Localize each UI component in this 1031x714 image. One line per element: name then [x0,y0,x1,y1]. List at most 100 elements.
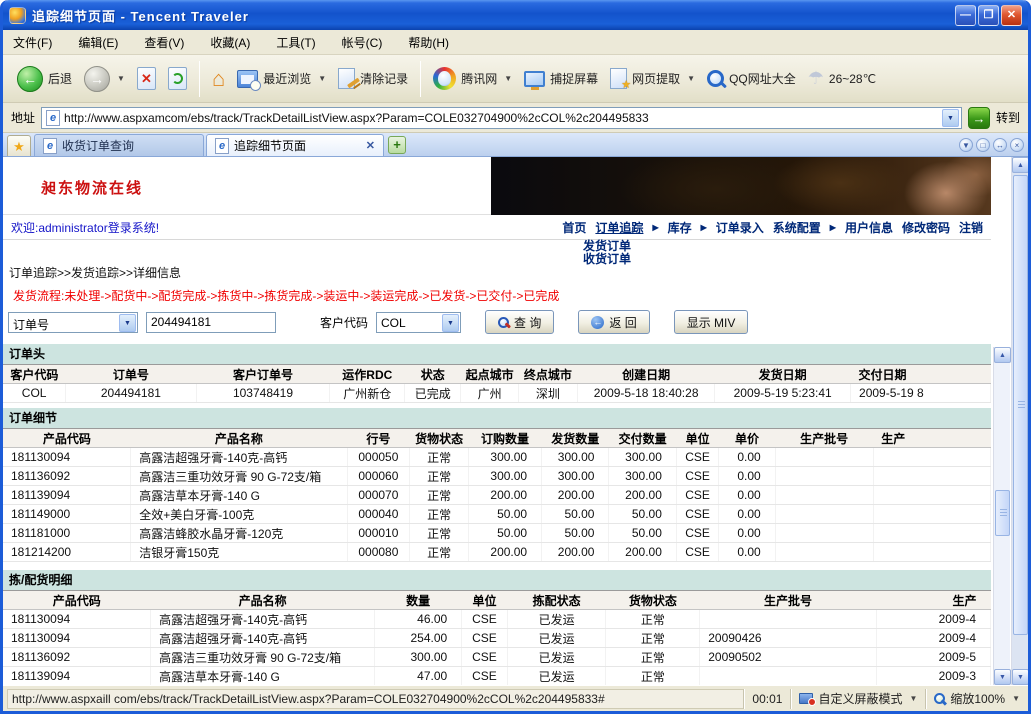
column-header: 终点城市 [518,365,577,384]
chevron-down-icon[interactable]: ▼ [909,694,917,703]
maximize-button[interactable]: ❐ [978,5,999,26]
nav-order-entry[interactable]: 订单录入 [716,219,764,236]
scroll-up-button[interactable]: ▲ [994,347,1011,363]
menu-help[interactable]: 帮助(H) [408,34,449,51]
extract-dropdown-icon[interactable]: ▼ [687,74,695,83]
address-dropdown-icon[interactable]: ▼ [942,109,959,127]
chevron-down-icon[interactable]: ▼ [1012,694,1020,703]
tab-arrange-button[interactable]: ↔ [993,138,1007,152]
table-cell: 254.00 [375,629,462,648]
address-field[interactable]: e http://www.aspxamcom/ebs/track/TrackDe… [41,107,962,129]
tab-close-all-button[interactable]: × [1010,138,1024,152]
subnav-receive-order[interactable]: 收货订单 [583,253,631,265]
nav-home[interactable]: 首页 [562,219,586,236]
table-cell: 181181000 [3,524,131,543]
subnav-ship-order[interactable]: 发货订单 [583,240,631,252]
new-tab-button[interactable]: + [388,136,406,154]
table-cell: 正常 [410,505,469,524]
nav-user-info[interactable]: 用户信息 [845,219,893,236]
column-header: 单位 [676,429,718,448]
table-cell: 0.00 [719,524,775,543]
banner-photo [491,157,991,215]
nav-order-tracking[interactable]: 订单追踪 [595,219,643,236]
capture-screen-button[interactable]: 捕捉屏幕 [518,67,604,90]
table-cell: 20090502 [700,648,877,667]
close-button[interactable]: ✕ [1001,5,1022,26]
table-cell: 300.00 [609,467,676,486]
tab-list-button[interactable]: ▼ [959,138,973,152]
scroll-down-button[interactable]: ▼ [1012,669,1028,685]
page-scrollbar[interactable]: ▲ ▼ [993,347,1010,685]
browser-scrollbar[interactable]: ▲ ▼ [1011,157,1028,685]
table-cell: 高露洁三重功效牙膏 90 G-72支/箱 [151,648,375,667]
qq-urls-button[interactable]: QQ网址大全 [701,67,802,90]
web-extract-button[interactable]: ★ 网页提取 ▼ [604,65,701,92]
show-miv-button[interactable]: 显示 MIV [674,310,749,334]
menu-view[interactable]: 查看(V) [144,34,184,51]
search-type-select[interactable]: 订单号 ▼ [8,312,138,333]
column-header: 单价 [719,429,775,448]
weather-widget[interactable]: ☂ 26~28℃ [802,65,882,92]
customer-code-select[interactable]: COL ▼ [376,312,461,333]
table-cell: 300.00 [542,448,609,467]
refresh-button[interactable] [162,64,193,93]
tencent-dropdown-icon[interactable]: ▼ [504,74,512,83]
table-cell: 200.00 [609,486,676,505]
scroll-down-button[interactable]: ▼ [994,669,1011,685]
block-mode-control[interactable]: 自定义屏蔽模式 ▼ [790,689,925,709]
status-url: http://www.aspxaill com/ebs/track/TrackD… [7,689,743,709]
tab-thumbnail-button[interactable]: □ [976,138,990,152]
order-number-input[interactable] [146,312,276,333]
column-header: 货物状态 [606,591,700,610]
menu-file[interactable]: 文件(F) [13,34,52,51]
page-content: 昶东物流在线 欢迎:administrator登录系统! 首页 订单追踪 ▶ 库… [3,157,991,685]
forward-button[interactable]: → ▼ [78,63,131,95]
table-cell: COL [3,384,66,403]
go-label[interactable]: 转到 [996,109,1020,126]
scrollbar-thumb[interactable] [1013,175,1028,635]
table-cell: 高露洁草本牙膏-140 G [131,486,347,505]
scroll-up-button[interactable]: ▲ [1012,157,1028,173]
nav-system-config[interactable]: 系统配置 [773,219,821,236]
menu-edit[interactable]: 编辑(E) [78,34,118,51]
recent-dropdown-icon[interactable]: ▼ [318,74,326,83]
nav-inventory[interactable]: 库存 [668,219,692,236]
address-url[interactable]: http://www.aspxamcom/ebs/track/TrackDeta… [64,111,938,125]
menu-favorites[interactable]: 收藏(A) [210,34,250,51]
nav-change-password[interactable]: 修改密码 [902,219,950,236]
stop-button[interactable]: ✕ [131,64,162,93]
table-cell: 50.00 [469,505,542,524]
table-cell: 300.00 [375,648,462,667]
table-cell: CSE [676,467,718,486]
back-button[interactable]: ← 后退 [11,63,78,95]
clear-history-button[interactable]: 清除记录 [332,65,414,92]
column-header: 产品代码 [3,591,151,610]
minimize-button[interactable]: — [955,5,976,26]
table-cell: 全效+美白牙膏-100克 [131,505,347,524]
recent-history-button[interactable]: 最近浏览 ▼ [231,67,332,91]
menu-account[interactable]: 帐号(C) [342,34,383,51]
table-cell: 000040 [347,505,410,524]
shipping-flow-text: 发货流程:未处理->配货中->配货完成->拣货中->拣货完成->装运中->装运完… [3,287,991,302]
table-cell: CSE [676,524,718,543]
go-button[interactable]: → [968,107,990,129]
tab-receive-order-query[interactable]: e 收货订单查询 [34,134,204,156]
return-button[interactable]: ← 返 回 [578,310,649,334]
chevron-down-icon[interactable]: ▼ [442,314,459,332]
favorites-star-button[interactable]: ★ [7,135,31,156]
tab-close-icon[interactable]: ✕ [366,139,375,152]
table-cell: 181130094 [3,610,151,629]
table-cell: 181136092 [3,467,131,486]
nav-logout[interactable]: 注销 [959,219,983,236]
table-cell: 47.00 [375,667,462,686]
tab-track-detail-page[interactable]: e 追踪细节页面 ✕ [206,134,384,156]
capture-icon [524,71,545,87]
tencent-site-button[interactable]: 腾讯网 ▼ [427,64,518,93]
chevron-down-icon[interactable]: ▼ [119,314,136,332]
zoom-control[interactable]: 缩放100% ▼ [925,689,1028,709]
home-button[interactable]: ⌂ [206,64,231,94]
menu-tools[interactable]: 工具(T) [276,34,315,51]
scrollbar-thumb[interactable] [995,490,1010,536]
forward-dropdown-icon[interactable]: ▼ [117,74,125,83]
query-button[interactable]: 查 询 [485,310,554,334]
